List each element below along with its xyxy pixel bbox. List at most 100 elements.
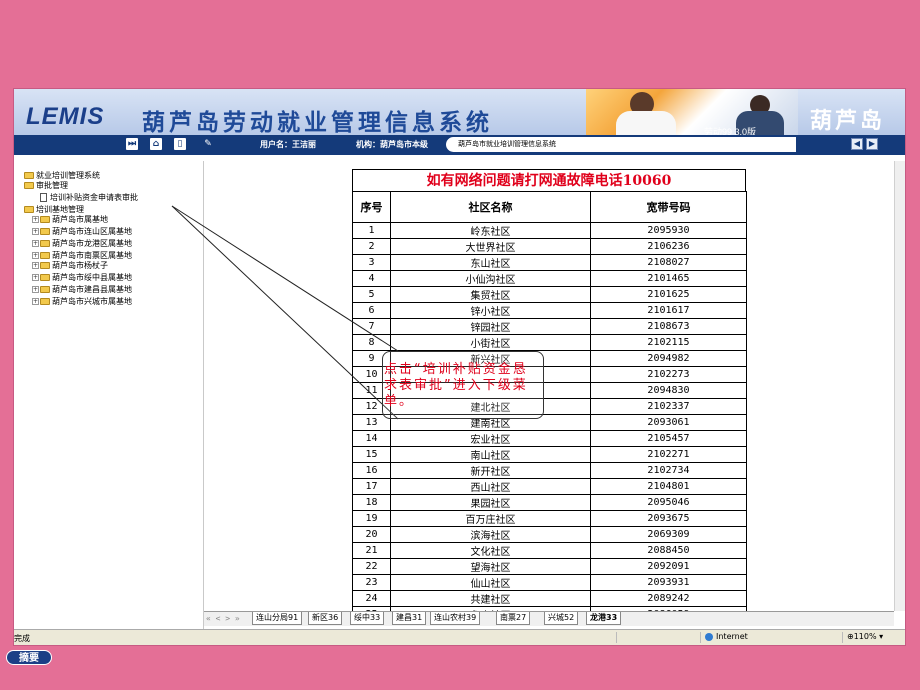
cell-num: 2093675	[590, 510, 747, 527]
cell-name: 滨海社区	[390, 526, 591, 543]
tree-item[interactable]: + 葫芦岛市兴城市属基地	[32, 297, 132, 307]
folder-icon	[40, 298, 50, 305]
sheet-tabs: « < > » 连山分局91 新区36 绥中33 建昌31 连山农村39 南票27 兴城52…	[204, 611, 894, 626]
sheet-tab[interactable]: 南票27	[496, 612, 531, 625]
expand-icon[interactable]: +	[32, 228, 39, 235]
expand-icon[interactable]: +	[32, 286, 39, 293]
home-icon[interactable]: ⌂	[150, 138, 162, 150]
expand-icon[interactable]: +	[32, 216, 39, 223]
tree-item[interactable]: + 葫芦岛市连山区属基地	[32, 227, 132, 237]
cell-name: 新开社区	[390, 462, 591, 479]
col-header: 序号	[352, 191, 391, 223]
cell-num: 2106236	[590, 238, 747, 255]
user-label: 用户名：王洁丽	[260, 140, 316, 149]
tree-item-label: 葫芦岛市建昌县属基地	[52, 285, 132, 294]
table-row: 6 锌小社区 2101617	[352, 302, 747, 319]
sheet-tab[interactable]: 建昌31	[392, 612, 427, 625]
cell-no: 2	[352, 238, 391, 255]
tree-item[interactable]: 就业培训管理系统	[24, 171, 100, 181]
tree-item-label: 葫芦岛市绥中县属基地	[52, 273, 132, 282]
summary-button[interactable]: 摘要	[6, 650, 52, 665]
expand-icon[interactable]: +	[32, 252, 39, 259]
tree-item-label: 葫芦岛市南票区属基地	[52, 251, 132, 260]
cell-num: 2093931	[590, 574, 747, 591]
fast-forward-icon[interactable]: ⏭	[126, 138, 138, 150]
table-row: 15 南山社区 2102271	[352, 446, 747, 463]
tree-item-label: 培训基地管理	[36, 205, 84, 214]
folder-icon	[40, 252, 50, 259]
tree-item[interactable]: 培训基地管理	[24, 205, 84, 215]
tree-item-label: 葫芦岛市连山区属基地	[52, 227, 132, 236]
pane-divider[interactable]	[203, 161, 204, 631]
status-bar: 完成 Internet ⊕110% ▾	[14, 629, 905, 645]
next-icon[interactable]: ▶	[866, 138, 878, 150]
cell-num: 2069309	[590, 526, 747, 543]
tree-item[interactable]: 培训补贴资金申请表审批	[40, 193, 138, 203]
pen-icon[interactable]: ✎	[202, 138, 214, 150]
zoom-level[interactable]: ⊕110% ▾	[842, 632, 883, 643]
tree-item-label: 葫芦岛市龙港区属基地	[52, 239, 132, 248]
sheet-tab[interactable]: 连山分局91	[252, 612, 303, 625]
document-icon[interactable]: ▯	[174, 138, 186, 150]
folder-icon	[40, 274, 50, 281]
tab-nav-arrows[interactable]: « < > »	[206, 614, 240, 623]
col-header: 宽带号码	[590, 191, 747, 223]
cell-no: 7	[352, 318, 391, 335]
sheet-banner: 如有网络问题请打网通故障电话10060	[352, 169, 746, 191]
cell-num: 2104801	[590, 478, 747, 495]
expand-icon[interactable]: +	[32, 240, 39, 247]
cell-no: 18	[352, 494, 391, 511]
tree-item-label: 审批管理	[36, 181, 68, 190]
tree-item[interactable]: + 葫芦岛市绥中县属基地	[32, 273, 132, 283]
cell-num: 2101465	[590, 270, 747, 287]
cell-num: 2108027	[590, 254, 747, 271]
expand-icon[interactable]: +	[32, 274, 39, 281]
cell-num: 2101617	[590, 302, 747, 319]
cell-no: 21	[352, 542, 391, 559]
table-row: 21 文化社区 2088450	[352, 542, 747, 559]
cell-no: 20	[352, 526, 391, 543]
cell-name: 百万庄社区	[390, 510, 591, 527]
table-row: 19 百万庄社区 2093675	[352, 510, 747, 527]
table-row: 7 锌园社区 2108673	[352, 318, 747, 335]
table-row: 2 大世界社区 2106236	[352, 238, 747, 255]
tree-item[interactable]: + 葫芦岛市南票区属基地	[32, 251, 132, 261]
cell-no: 3	[352, 254, 391, 271]
prev-icon[interactable]: ◀	[851, 138, 863, 150]
cell-name: 西山社区	[390, 478, 591, 495]
table-row: 16 新开社区 2102734	[352, 462, 747, 479]
sheet-tab[interactable]: 绥中33	[350, 612, 385, 625]
folder-icon	[40, 216, 50, 223]
cell-no: 4	[352, 270, 391, 287]
sheet-tab[interactable]: 新区36	[308, 612, 343, 625]
cell-name: 共建社区	[390, 590, 591, 607]
table-row: 20 滨海社区 2069309	[352, 526, 747, 543]
sheet-tab[interactable]: 连山农村39	[430, 612, 481, 625]
folder-icon	[40, 286, 50, 293]
system-tab[interactable]: 葫芦岛市就业培训管理信息系统	[446, 137, 796, 152]
sheet-tab[interactable]: 龙港33	[586, 612, 622, 625]
cell-name: 小街社区	[390, 334, 591, 351]
tree-item-label: 培训补贴资金申请表审批	[50, 193, 138, 202]
tree-item[interactable]: 审批管理	[24, 181, 68, 191]
tree-item[interactable]: + 葫芦岛市龙港区属基地	[32, 239, 132, 249]
callout-text: 点击“培训补贴资金恳求表审批”进入下级菜单。	[384, 362, 528, 409]
toolbar: ⏭ ⌂ ▯ ✎ 用户名：王洁丽 机构：葫芦岛市本级 葫芦岛市就业培训管理信息系统…	[14, 135, 905, 155]
cell-name: 锌小社区	[390, 302, 591, 319]
folder-icon	[40, 240, 50, 247]
tree-item[interactable]: + 葫芦岛市建昌县属基地	[32, 285, 132, 295]
sheet-tab[interactable]: 兴城52	[544, 612, 579, 625]
tree-item-label: 葫芦岛市属基地	[52, 215, 108, 224]
cell-num: 2102734	[590, 462, 747, 479]
vertical-scrollbar[interactable]	[894, 161, 905, 611]
org-label: 机构：葫芦岛市本级	[356, 140, 428, 149]
expand-icon[interactable]: +	[32, 298, 39, 305]
folder-icon	[40, 228, 50, 235]
table-row: 24 共建社区 2089242	[352, 590, 747, 607]
folder-icon	[24, 206, 34, 213]
cell-no: 8	[352, 334, 391, 351]
tree-item[interactable]: + 葫芦岛市属基地	[32, 215, 108, 225]
system-title: 葫芦岛劳动就业管理信息系统	[142, 109, 493, 136]
tree-item[interactable]: + 葫芦岛市杨杖子	[32, 261, 108, 271]
expand-icon[interactable]: +	[32, 262, 39, 269]
